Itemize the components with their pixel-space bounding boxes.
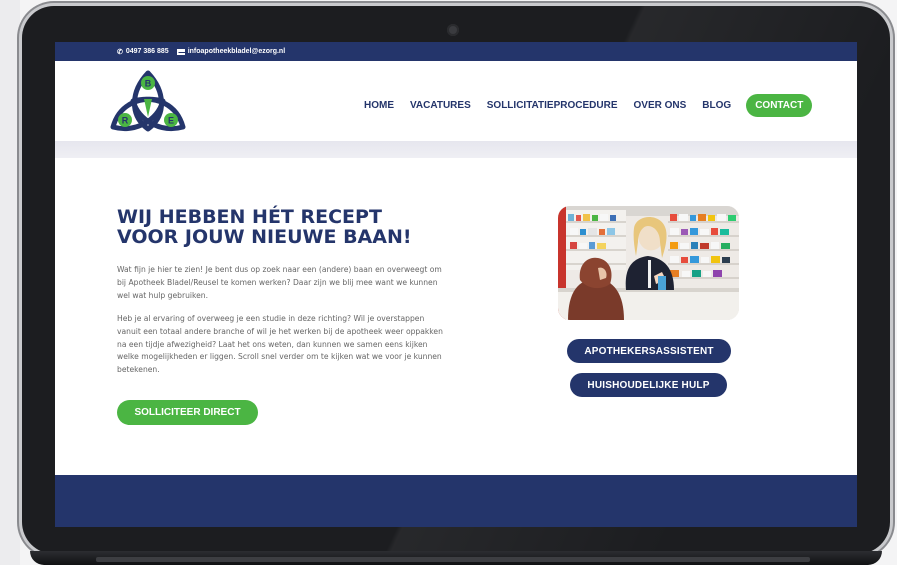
- hero-title-line-2: VOOR JOUW NIEUWE BAAN!: [117, 226, 412, 248]
- job-apothekersassistent-button[interactable]: APOTHEKERSASSISTENT: [567, 339, 731, 363]
- apply-now-button[interactable]: SOLLICITEER DIRECT: [117, 400, 258, 425]
- laptop-base-edge: [96, 557, 810, 562]
- background: [0, 0, 20, 565]
- nav-sollicitatieprocedure[interactable]: SOLLICITATIEPROCEDURE: [487, 100, 618, 111]
- hero-title-line-1: WIJ HEBBEN HÉT RECEPT: [117, 206, 382, 228]
- contact-button[interactable]: CONTACT: [746, 94, 813, 117]
- envelope-icon: [176, 48, 186, 55]
- logo[interactable]: B R E: [105, 69, 191, 135]
- site-header: B R E HOME VACATURES SOLLICITATIEPROCEDU…: [55, 61, 857, 141]
- hero-title: WIJ HEBBEN HÉT RECEPT VOOR JOUW NIEUWE B…: [117, 207, 477, 247]
- logo-letter-r: R: [122, 116, 129, 126]
- nav-over-ons[interactable]: OVER ONS: [634, 100, 687, 111]
- logo-letter-b: B: [145, 79, 152, 89]
- email-address: infoapotheekbladel@ezorg.nl: [187, 48, 286, 55]
- footer-band: [55, 475, 857, 527]
- logo-letter-e: E: [168, 116, 174, 126]
- contact-topbar: ✆ 0497 386 885 infoapotheekbladel@ezorg.…: [55, 42, 857, 61]
- header-divider: [55, 141, 857, 158]
- main-nav: HOME VACATURES SOLLICITATIEPROCEDURE OVE…: [364, 94, 813, 117]
- phone-link[interactable]: ✆ 0497 386 885: [117, 48, 169, 56]
- phone-number: 0497 386 885: [125, 48, 169, 55]
- job-huishoudelijke-hulp-button[interactable]: HUISHOUDELIJKE HULP: [570, 373, 727, 397]
- nav-vacatures[interactable]: VACATURES: [410, 100, 471, 111]
- pharmacy-photo: [558, 206, 739, 320]
- intro-paragraph: Wat fijn je hier te zien! Je bent dus op…: [117, 265, 442, 300]
- camera-icon: [447, 24, 459, 36]
- phone-icon: ✆: [117, 48, 123, 56]
- experience-paragraph: Heb je al ervaring of overweeg je een st…: [117, 314, 443, 375]
- email-link[interactable]: infoapotheekbladel@ezorg.nl: [176, 48, 286, 55]
- nav-blog[interactable]: BLOG: [702, 100, 731, 111]
- nav-home[interactable]: HOME: [364, 100, 394, 111]
- website-screen: ✆ 0497 386 885 infoapotheekbladel@ezorg.…: [55, 42, 857, 527]
